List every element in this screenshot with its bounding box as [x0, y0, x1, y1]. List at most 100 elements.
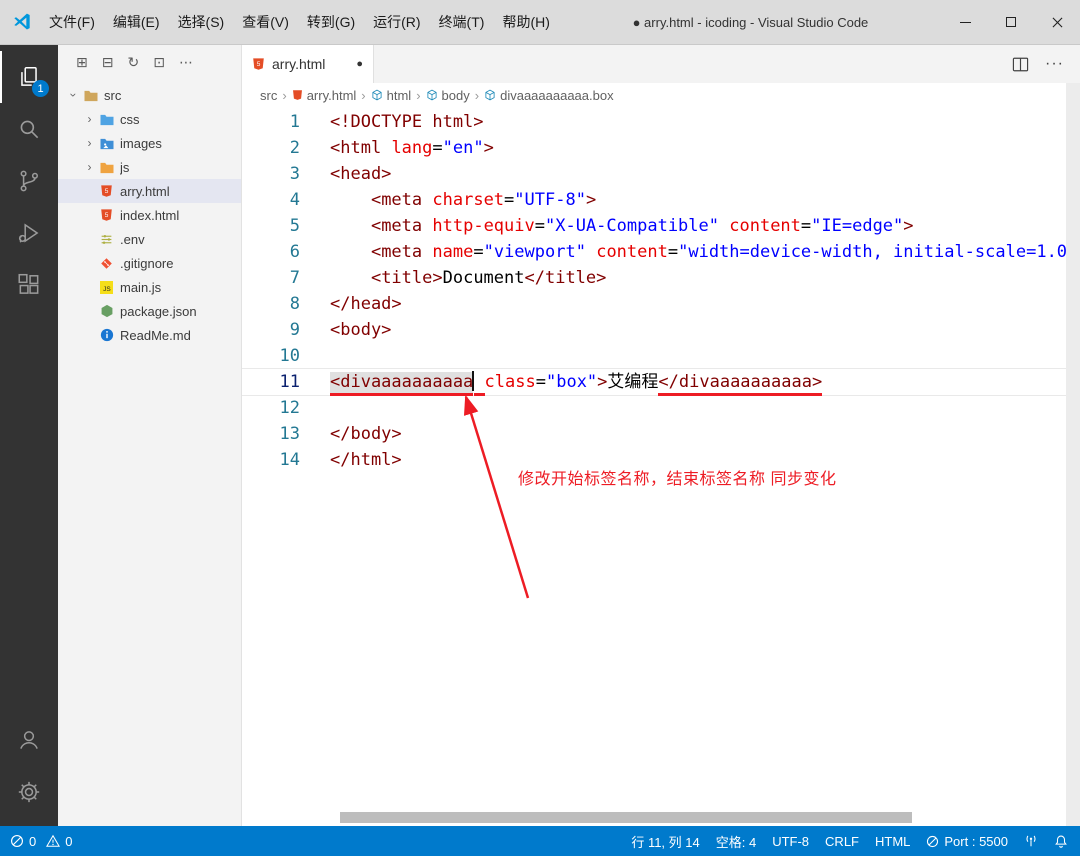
code-line-7[interactable]: 7 <title>Document</title> [242, 265, 1080, 291]
line-number[interactable]: 2 [242, 135, 320, 161]
broadcast-icon[interactable] [1024, 834, 1038, 848]
more-actions-icon[interactable]: ⋯ [179, 54, 193, 71]
menu-file[interactable]: 文件(F) [40, 7, 104, 37]
breadcrumb-body[interactable]: body [426, 88, 470, 103]
breadcrumb-div-box[interactable]: divaaaaaaaaaa.box [484, 88, 614, 103]
code-line-6[interactable]: 6 <meta name="viewport" content="width=d… [242, 239, 1080, 265]
cursor-position-status[interactable]: 行 11, 列 14 [631, 832, 699, 851]
close-button[interactable] [1034, 0, 1080, 44]
code-line-2[interactable]: 2 <html lang="en"> [242, 135, 1080, 161]
menu-view[interactable]: 查看(V) [233, 7, 298, 37]
new-folder-icon[interactable]: ⊟ [102, 54, 114, 71]
line-number[interactable]: 3 [242, 161, 320, 187]
tree-item-css[interactable]: › css [58, 107, 241, 131]
live-server-port-status[interactable]: Port : 5500 [926, 834, 1008, 849]
indent-status[interactable]: 空格: 4 [716, 832, 756, 851]
breadcrumb-file[interactable]: arry.html [292, 88, 356, 103]
menu-edit[interactable]: 编辑(E) [104, 7, 169, 37]
code-line-4[interactable]: 4 <meta charset="UTF-8"> [242, 187, 1080, 213]
code-token: Document [442, 268, 525, 288]
extensions-icon[interactable] [0, 259, 58, 311]
tree-item-env[interactable]: .env [58, 227, 241, 251]
line-number[interactable]: 6 [242, 239, 320, 265]
menu-goto[interactable]: 转到(G) [298, 7, 364, 37]
error-icon [11, 835, 23, 847]
errors-status[interactable]: 0 [10, 834, 36, 849]
collapse-all-icon[interactable]: ⊡ [153, 54, 165, 71]
code-line-8[interactable]: 8 </head> [242, 291, 1080, 317]
tree-item-js[interactable]: › js [58, 155, 241, 179]
line-number[interactable]: 10 [242, 343, 320, 369]
line-number[interactable]: 11 [242, 369, 320, 395]
code-token: 艾编程 [607, 372, 659, 392]
new-file-icon[interactable]: ⊞ [76, 54, 88, 71]
code-line-5[interactable]: 5 <meta http-equiv="X-UA-Compatible" con… [242, 213, 1080, 239]
menu-help[interactable]: 帮助(H) [493, 7, 558, 37]
language-status[interactable]: HTML [875, 834, 910, 849]
folder-label: src [104, 87, 122, 103]
line-number[interactable]: 4 [242, 187, 320, 213]
editor-more-actions-icon[interactable]: ··· [1045, 56, 1064, 72]
vertical-scrollbar[interactable] [1066, 83, 1080, 826]
encoding-status[interactable]: UTF-8 [772, 834, 809, 849]
maximize-button[interactable] [988, 0, 1034, 44]
code-line-10[interactable]: 10 [242, 343, 1080, 369]
code-line-9[interactable]: 9 <body> [242, 317, 1080, 343]
modified-dot-icon[interactable]: ● [356, 58, 363, 70]
explorer-icon[interactable]: 1 [0, 51, 58, 103]
split-editor-icon[interactable] [1012, 57, 1029, 72]
breadcrumb-src[interactable]: src [260, 88, 277, 103]
settings-gear-icon[interactable] [0, 766, 58, 818]
line-number[interactable]: 12 [242, 395, 320, 421]
code-token: charset [432, 190, 505, 210]
run-debug-icon[interactable] [0, 207, 58, 259]
menu-terminal[interactable]: 终端(T) [430, 7, 494, 37]
chevron-right-icon[interactable]: › [82, 160, 97, 174]
tree-item-package-json[interactable]: package.json [58, 299, 241, 323]
horizontal-scrollbar[interactable] [340, 812, 912, 823]
code-line-1[interactable]: 1 <!DOCTYPE html> [242, 109, 1080, 135]
eol-status[interactable]: CRLF [825, 834, 859, 849]
tree-item-readme[interactable]: ReadMe.md [58, 323, 241, 347]
warnings-status[interactable]: 0 [46, 834, 72, 849]
tree-item-index-html[interactable]: 5 index.html [58, 203, 241, 227]
minimize-icon [959, 21, 971, 23]
tree-item-images[interactable]: › images [58, 131, 241, 155]
line-number[interactable]: 7 [242, 265, 320, 291]
code-line-3[interactable]: 3 <head> [242, 161, 1080, 187]
menu-run[interactable]: 运行(R) [364, 7, 429, 37]
minimize-button[interactable] [942, 0, 988, 44]
code-area[interactable]: 1 <!DOCTYPE html> 2 <html lang="en"> 3 <head>… [242, 107, 1080, 473]
refresh-icon[interactable]: ↻ [127, 54, 139, 71]
warning-icon [46, 834, 61, 847]
line-number[interactable]: 13 [242, 421, 320, 447]
search-icon[interactable] [0, 103, 58, 155]
tree-item-gitignore[interactable]: .gitignore [58, 251, 241, 275]
notifications-bell-icon[interactable] [1054, 834, 1068, 849]
line-number[interactable]: 8 [242, 291, 320, 317]
code-line-11[interactable]: 11 <divaaaaaaaaaa class="box">艾编程</divaaa… [242, 369, 1080, 396]
line-number[interactable]: 1 [242, 109, 320, 135]
tab-arry-html[interactable]: 5 arry.html ● [242, 45, 374, 83]
chevron-down-icon[interactable]: › [67, 88, 81, 103]
breadcrumb-html[interactable]: html [371, 88, 411, 103]
svg-text:5: 5 [105, 212, 109, 219]
source-control-icon[interactable] [0, 155, 58, 207]
line-number[interactable]: 5 [242, 213, 320, 239]
account-icon[interactable] [0, 714, 58, 766]
tree-item-src[interactable]: › src [58, 83, 241, 107]
tree-item-main-js[interactable]: JS main.js [58, 275, 241, 299]
tree-item-arry-html[interactable]: 5 arry.html [58, 179, 241, 203]
line-number[interactable]: 9 [242, 317, 320, 343]
chevron-right-icon[interactable]: › [82, 112, 97, 126]
menu-selection[interactable]: 选择(S) [169, 7, 234, 37]
code-line-13[interactable]: 13 </body> [242, 421, 1080, 447]
code-token: <head> [330, 164, 392, 184]
code-token: "width=device-width, initial-scale=1.0" [678, 242, 1078, 262]
chevron-right-icon[interactable]: › [82, 136, 97, 150]
line-number[interactable]: 14 [242, 447, 320, 473]
code-token: <divaaaaaaaaaa [330, 372, 474, 396]
code-token: "viewport" [483, 242, 586, 262]
code-line-12[interactable]: 12 [242, 395, 1080, 421]
